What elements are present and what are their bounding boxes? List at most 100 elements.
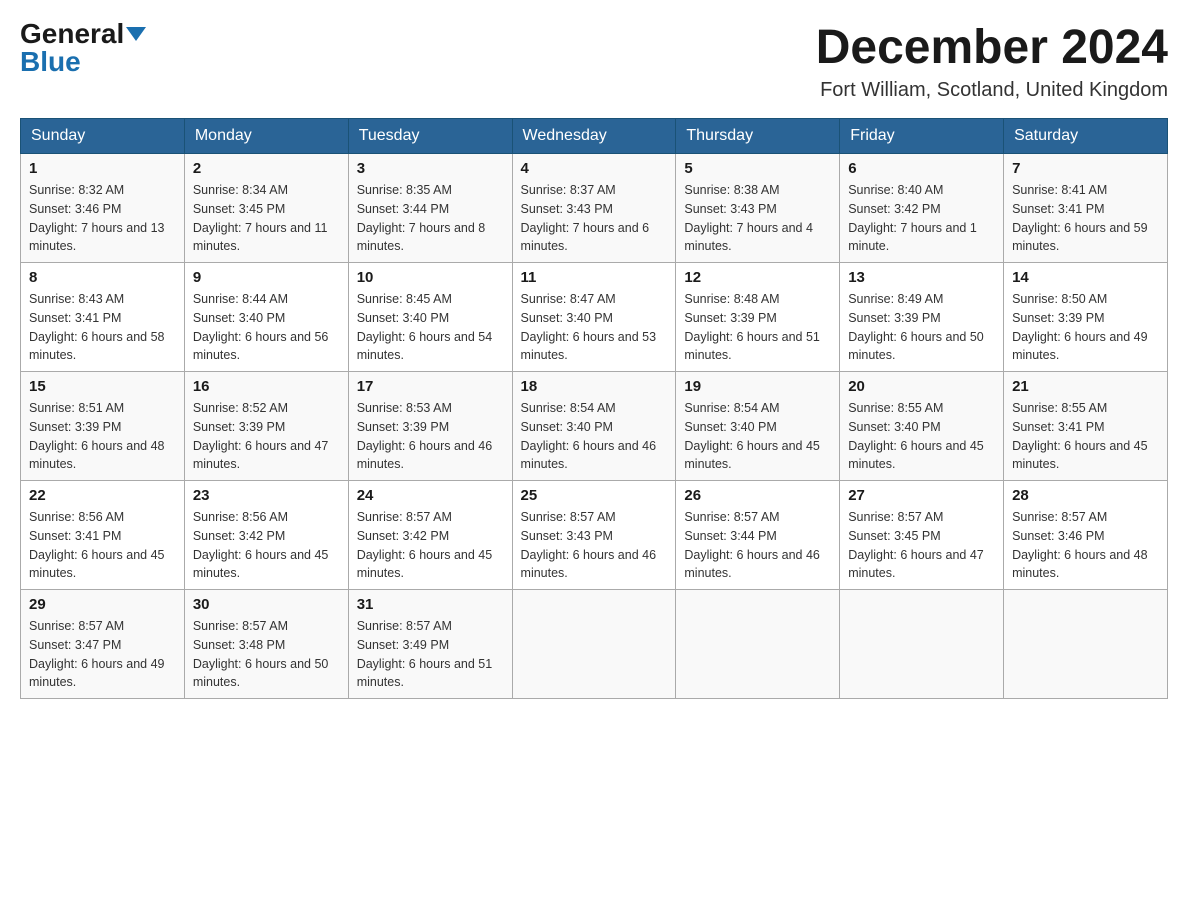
- day-cell-15: 15 Sunrise: 8:51 AMSunset: 3:39 PMDayligh…: [21, 372, 185, 481]
- day-info: Sunrise: 8:57 AMSunset: 3:44 PMDaylight:…: [684, 508, 831, 583]
- day-number: 15: [29, 378, 176, 395]
- day-number: 29: [29, 596, 176, 613]
- day-cell-10: 10 Sunrise: 8:45 AMSunset: 3:40 PMDayligh…: [348, 263, 512, 372]
- day-number: 23: [193, 487, 340, 504]
- weekday-header-sunday: Sunday: [21, 119, 185, 154]
- day-number: 3: [357, 160, 504, 177]
- week-row-2: 8Sunrise: 8:43 AMSunset: 3:41 PMDaylight…: [21, 263, 1168, 372]
- day-info: Sunrise: 8:57 AMSunset: 3:49 PMDaylight:…: [357, 617, 504, 692]
- empty-cell: [676, 590, 840, 699]
- day-cell-3: 3 Sunrise: 8:35 AMSunset: 3:44 PMDaylight…: [348, 154, 512, 263]
- logo-blue-text: Blue: [20, 48, 81, 76]
- day-info: Sunrise: 8:48 AMSunset: 3:39 PMDaylight:…: [684, 290, 831, 365]
- day-info: Sunrise: 8:40 AMSunset: 3:42 PMDaylight:…: [848, 181, 995, 256]
- day-number: 10: [357, 269, 504, 286]
- day-info: Sunrise: 8:44 AMSunset: 3:40 PMDaylight:…: [193, 290, 340, 365]
- day-info: Sunrise: 8:45 AMSunset: 3:40 PMDaylight:…: [357, 290, 504, 365]
- empty-cell: [840, 590, 1004, 699]
- day-info: Sunrise: 8:47 AMSunset: 3:40 PMDaylight:…: [521, 290, 668, 365]
- day-cell-2: 2 Sunrise: 8:34 AMSunset: 3:45 PMDaylight…: [184, 154, 348, 263]
- day-number: 19: [684, 378, 831, 395]
- day-number: 8: [29, 269, 176, 286]
- day-info: Sunrise: 8:53 AMSunset: 3:39 PMDaylight:…: [357, 399, 504, 474]
- day-number: 9: [193, 269, 340, 286]
- logo-general-text: General: [20, 20, 124, 48]
- day-number: 26: [684, 487, 831, 504]
- day-cell-27: 27 Sunrise: 8:57 AMSunset: 3:45 PMDayligh…: [840, 481, 1004, 590]
- week-row-3: 15 Sunrise: 8:51 AMSunset: 3:39 PMDayligh…: [21, 372, 1168, 481]
- day-info: Sunrise: 8:51 AMSunset: 3:39 PMDaylight:…: [29, 399, 176, 474]
- day-number: 27: [848, 487, 995, 504]
- day-info: Sunrise: 8:55 AMSunset: 3:40 PMDaylight:…: [848, 399, 995, 474]
- day-cell-24: 24 Sunrise: 8:57 AMSunset: 3:42 PMDayligh…: [348, 481, 512, 590]
- weekday-header-thursday: Thursday: [676, 119, 840, 154]
- location-subtitle: Fort William, Scotland, United Kingdom: [816, 79, 1168, 102]
- day-info: Sunrise: 8:57 AMSunset: 3:46 PMDaylight:…: [1012, 508, 1159, 583]
- day-cell-18: 18 Sunrise: 8:54 AMSunset: 3:40 PMDayligh…: [512, 372, 676, 481]
- day-info: Sunrise: 8:57 AMSunset: 3:47 PMDaylight:…: [29, 617, 176, 692]
- day-number: 12: [684, 269, 831, 286]
- title-block: December 2024 Fort William, Scotland, Un…: [816, 20, 1168, 102]
- day-info: Sunrise: 8:57 AMSunset: 3:43 PMDaylight:…: [521, 508, 668, 583]
- week-row-1: 1 Sunrise: 8:32 AMSunset: 3:46 PMDaylight…: [21, 154, 1168, 263]
- day-cell-29: 29 Sunrise: 8:57 AMSunset: 3:47 PMDayligh…: [21, 590, 185, 699]
- day-number: 7: [1012, 160, 1159, 177]
- empty-cell: [512, 590, 676, 699]
- day-number: 18: [521, 378, 668, 395]
- day-cell-20: 20Sunrise: 8:55 AMSunset: 3:40 PMDayligh…: [840, 372, 1004, 481]
- day-cell-11: 11 Sunrise: 8:47 AMSunset: 3:40 PMDayligh…: [512, 263, 676, 372]
- day-number: 14: [1012, 269, 1159, 286]
- day-info: Sunrise: 8:32 AMSunset: 3:46 PMDaylight:…: [29, 181, 176, 256]
- page-header: General Blue December 2024 Fort William,…: [20, 20, 1168, 102]
- day-info: Sunrise: 8:55 AMSunset: 3:41 PMDaylight:…: [1012, 399, 1159, 474]
- day-info: Sunrise: 8:50 AMSunset: 3:39 PMDaylight:…: [1012, 290, 1159, 365]
- weekday-header-friday: Friday: [840, 119, 1004, 154]
- day-number: 24: [357, 487, 504, 504]
- day-cell-16: 16 Sunrise: 8:52 AMSunset: 3:39 PMDayligh…: [184, 372, 348, 481]
- day-cell-30: 30 Sunrise: 8:57 AMSunset: 3:48 PMDayligh…: [184, 590, 348, 699]
- day-cell-28: 28 Sunrise: 8:57 AMSunset: 3:46 PMDayligh…: [1004, 481, 1168, 590]
- day-cell-31: 31Sunrise: 8:57 AMSunset: 3:49 PMDayligh…: [348, 590, 512, 699]
- day-cell-8: 8Sunrise: 8:43 AMSunset: 3:41 PMDaylight…: [21, 263, 185, 372]
- day-info: Sunrise: 8:57 AMSunset: 3:45 PMDaylight:…: [848, 508, 995, 583]
- month-year-title: December 2024: [816, 20, 1168, 75]
- day-cell-19: 19 Sunrise: 8:54 AMSunset: 3:40 PMDayligh…: [676, 372, 840, 481]
- day-number: 30: [193, 596, 340, 613]
- day-number: 1: [29, 160, 176, 177]
- day-info: Sunrise: 8:41 AMSunset: 3:41 PMDaylight:…: [1012, 181, 1159, 256]
- week-row-5: 29 Sunrise: 8:57 AMSunset: 3:47 PMDayligh…: [21, 590, 1168, 699]
- day-info: Sunrise: 8:56 AMSunset: 3:41 PMDaylight:…: [29, 508, 176, 583]
- day-cell-4: 4 Sunrise: 8:37 AMSunset: 3:43 PMDaylight…: [512, 154, 676, 263]
- day-info: Sunrise: 8:52 AMSunset: 3:39 PMDaylight:…: [193, 399, 340, 474]
- day-info: Sunrise: 8:49 AMSunset: 3:39 PMDaylight:…: [848, 290, 995, 365]
- day-info: Sunrise: 8:38 AMSunset: 3:43 PMDaylight:…: [684, 181, 831, 256]
- day-cell-25: 25Sunrise: 8:57 AMSunset: 3:43 PMDayligh…: [512, 481, 676, 590]
- day-info: Sunrise: 8:54 AMSunset: 3:40 PMDaylight:…: [521, 399, 668, 474]
- day-number: 11: [521, 269, 668, 286]
- day-number: 16: [193, 378, 340, 395]
- day-number: 6: [848, 160, 995, 177]
- day-cell-23: 23 Sunrise: 8:56 AMSunset: 3:42 PMDayligh…: [184, 481, 348, 590]
- weekday-header-monday: Monday: [184, 119, 348, 154]
- logo: General Blue: [20, 20, 146, 76]
- day-info: Sunrise: 8:37 AMSunset: 3:43 PMDaylight:…: [521, 181, 668, 256]
- day-cell-22: 22Sunrise: 8:56 AMSunset: 3:41 PMDayligh…: [21, 481, 185, 590]
- day-number: 5: [684, 160, 831, 177]
- day-number: 28: [1012, 487, 1159, 504]
- day-number: 2: [193, 160, 340, 177]
- day-info: Sunrise: 8:57 AMSunset: 3:42 PMDaylight:…: [357, 508, 504, 583]
- day-cell-26: 26 Sunrise: 8:57 AMSunset: 3:44 PMDayligh…: [676, 481, 840, 590]
- day-info: Sunrise: 8:57 AMSunset: 3:48 PMDaylight:…: [193, 617, 340, 692]
- day-cell-13: 13 Sunrise: 8:49 AMSunset: 3:39 PMDayligh…: [840, 263, 1004, 372]
- day-number: 13: [848, 269, 995, 286]
- day-cell-21: 21Sunrise: 8:55 AMSunset: 3:41 PMDayligh…: [1004, 372, 1168, 481]
- day-info: Sunrise: 8:34 AMSunset: 3:45 PMDaylight:…: [193, 181, 340, 256]
- day-info: Sunrise: 8:35 AMSunset: 3:44 PMDaylight:…: [357, 181, 504, 256]
- calendar-table: SundayMondayTuesdayWednesdayThursdayFrid…: [20, 118, 1168, 699]
- day-number: 4: [521, 160, 668, 177]
- weekday-header-tuesday: Tuesday: [348, 119, 512, 154]
- day-cell-5: 5 Sunrise: 8:38 AMSunset: 3:43 PMDaylight…: [676, 154, 840, 263]
- week-row-4: 22Sunrise: 8:56 AMSunset: 3:41 PMDayligh…: [21, 481, 1168, 590]
- day-info: Sunrise: 8:54 AMSunset: 3:40 PMDaylight:…: [684, 399, 831, 474]
- day-info: Sunrise: 8:56 AMSunset: 3:42 PMDaylight:…: [193, 508, 340, 583]
